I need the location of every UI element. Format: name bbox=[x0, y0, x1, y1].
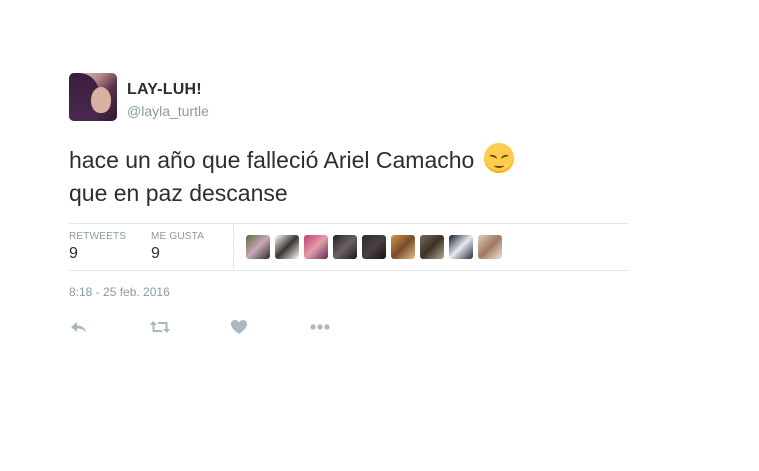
retweet-button[interactable] bbox=[149, 317, 171, 339]
stats-divider bbox=[233, 224, 234, 270]
likes-stat[interactable]: ME GUSTA 9 bbox=[151, 231, 204, 263]
tweet-text-line2: que en paz descanse bbox=[69, 180, 288, 206]
likes-count: 9 bbox=[151, 245, 160, 262]
liker-avatar[interactable] bbox=[449, 235, 473, 259]
tweet-actions bbox=[69, 317, 629, 339]
tweet-timestamp[interactable]: 8:18 - 25 feb. 2016 bbox=[69, 285, 629, 299]
tweet-stats: RETWEETS 9 ME GUSTA 9 bbox=[69, 223, 629, 271]
retweets-count: 9 bbox=[69, 245, 78, 262]
liker-avatars bbox=[246, 235, 507, 259]
retweets-stat[interactable]: RETWEETS 9 bbox=[69, 231, 126, 263]
tweet-text: hace un año que falleció Ariel Camacho q… bbox=[69, 143, 629, 210]
author-fullname[interactable]: LAY-LUH! bbox=[127, 81, 202, 99]
tweet-card: LAY-LUH! @layla_turtle hace un año que f… bbox=[69, 73, 629, 339]
likes-label: ME GUSTA bbox=[151, 231, 205, 242]
like-button[interactable] bbox=[229, 317, 251, 339]
author-username[interactable]: @layla_turtle bbox=[127, 103, 209, 119]
tweet-header: LAY-LUH! @layla_turtle bbox=[69, 73, 629, 123]
liker-avatar[interactable] bbox=[275, 235, 299, 259]
tweet-text-line1: hace un año que falleció Ariel Camacho bbox=[69, 147, 475, 173]
more-dots-icon bbox=[310, 324, 330, 330]
liker-avatar[interactable] bbox=[333, 235, 357, 259]
pensive-face-icon bbox=[483, 143, 514, 173]
reply-button[interactable] bbox=[69, 317, 91, 339]
reply-icon bbox=[71, 322, 86, 333]
liker-avatar[interactable] bbox=[391, 235, 415, 259]
liker-avatar[interactable] bbox=[362, 235, 386, 259]
more-button[interactable] bbox=[309, 317, 331, 339]
avatar-face bbox=[91, 87, 111, 113]
liker-avatar[interactable] bbox=[478, 235, 502, 259]
liker-avatar[interactable] bbox=[304, 235, 328, 259]
retweet-icon bbox=[150, 321, 170, 333]
liker-avatar[interactable] bbox=[420, 235, 444, 259]
heart-icon bbox=[231, 320, 247, 334]
author-avatar[interactable] bbox=[69, 73, 117, 121]
retweets-label: RETWEETS bbox=[69, 231, 127, 242]
liker-avatar[interactable] bbox=[246, 235, 270, 259]
